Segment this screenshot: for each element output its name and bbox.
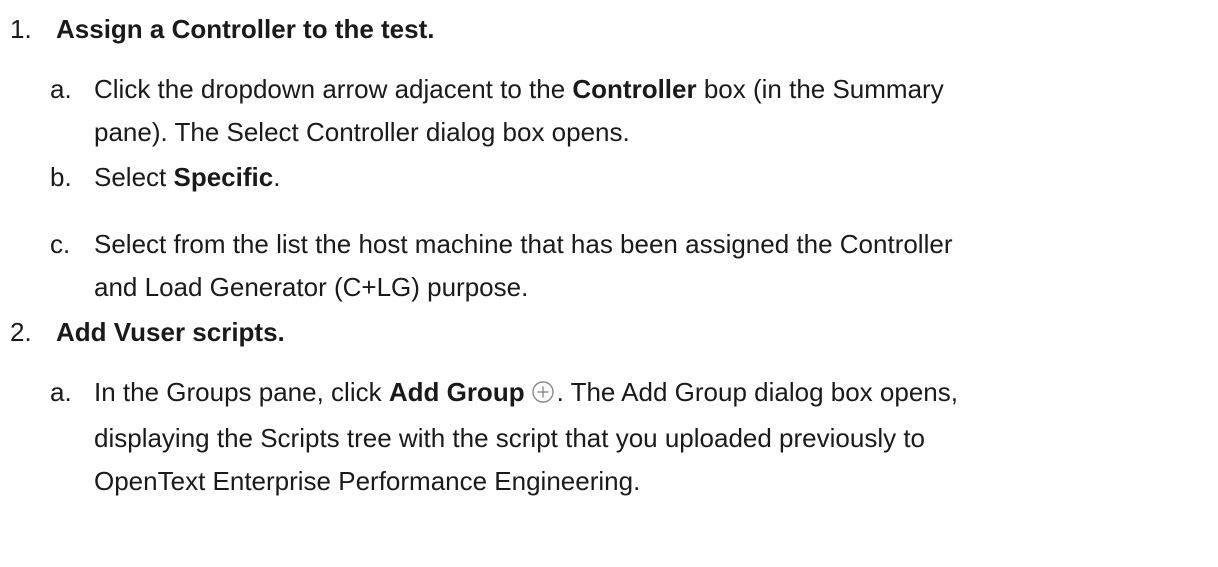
substep-line: and Load Generator (C+LG) purpose. — [94, 272, 529, 302]
add-circle-icon — [531, 374, 555, 417]
substep-line: OpenText Enterprise Performance Engineer… — [94, 466, 641, 496]
step-number: 1. — [10, 14, 32, 44]
substep-letter: c. — [50, 229, 71, 259]
step-number: 2. — [10, 317, 32, 347]
ui-term-add-group: Add Group — [388, 377, 525, 407]
step-2: 2. Add Vuser scripts. — [10, 311, 285, 354]
substep-2a: a. In the Groups pane, click Add Group. … — [50, 371, 1210, 503]
document-page: 1. Assign a Controller to the test. a. Cl… — [0, 0, 1218, 567]
substep-letter: a. — [50, 377, 72, 407]
substep-line: In the Groups pane, click Add Group. The… — [94, 371, 1210, 417]
step-title: Assign a Controller to the test. — [56, 14, 435, 44]
substep-line: Click the dropdown arrow adjacent to the… — [94, 74, 944, 104]
substep-1c: c. Select from the list the host machine… — [50, 223, 1210, 309]
substep-line: displaying the Scripts tree with the scr… — [94, 423, 926, 453]
ui-term-specific: Specific — [173, 162, 274, 192]
substep-line: Select from the list the host machine th… — [94, 229, 953, 259]
substep-letter: a. — [50, 74, 72, 104]
substep-letter: b. — [50, 162, 72, 192]
ui-term-controller: Controller — [572, 74, 697, 104]
step-1: 1. Assign a Controller to the test. — [10, 8, 435, 51]
substep-1b: b. Select Specific. — [50, 156, 1210, 199]
step-title: Add Vuser scripts. — [56, 317, 285, 347]
substep-line: Select Specific. — [94, 162, 281, 192]
substep-line: pane). The Select Controller dialog box … — [94, 117, 630, 147]
substep-1a: a. Click the dropdown arrow adjacent to … — [50, 68, 1210, 154]
